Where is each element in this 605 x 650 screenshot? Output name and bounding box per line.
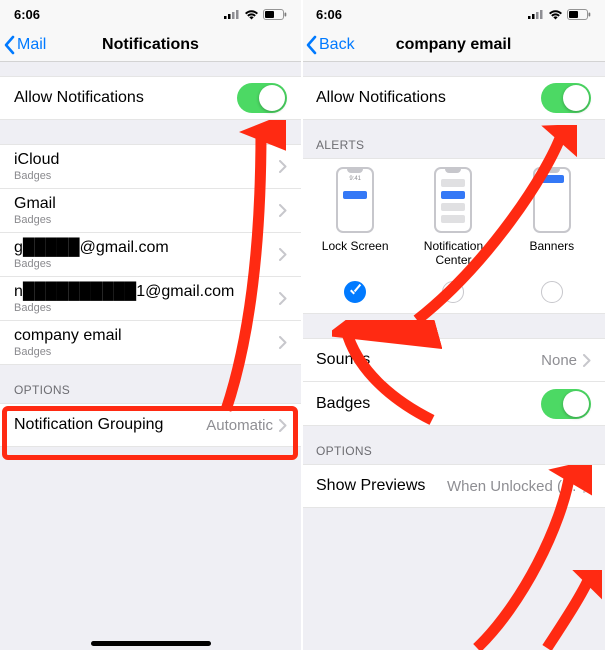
grouping-value: Automatic — [206, 417, 273, 434]
chevron-left-icon — [4, 35, 16, 55]
chevron-right-icon — [583, 480, 591, 493]
alerts-radio-row — [302, 277, 605, 314]
sounds-value: None — [541, 352, 577, 369]
status-bar: 6:06 — [302, 0, 605, 28]
account-name: iCloud — [14, 151, 279, 169]
back-button[interactable]: Mail — [4, 28, 46, 61]
status-time: 6:06 — [316, 7, 356, 22]
chevron-right-icon — [279, 204, 287, 217]
nav-bar: Back company email — [302, 28, 605, 62]
grouping-label: Notification Grouping — [14, 416, 206, 434]
allow-notifications-label: Allow Notifications — [14, 89, 237, 107]
battery-icon — [263, 9, 287, 20]
sounds-label: Sounds — [316, 351, 541, 369]
account-name: Gmail — [14, 195, 279, 213]
status-right — [224, 9, 287, 20]
status-right — [528, 9, 591, 20]
wifi-icon — [244, 9, 259, 20]
alerts-panel: 9:41 Lock Screen Notification Center Ban… — [302, 158, 605, 277]
back-label: Back — [319, 36, 355, 54]
phone-time: 9:41 — [338, 176, 372, 182]
allow-notifications-row: Allow Notifications — [302, 76, 605, 120]
radio-notification-center[interactable] — [442, 281, 464, 303]
chevron-right-icon — [583, 354, 591, 367]
back-button[interactable]: Back — [306, 28, 355, 61]
chevron-right-icon — [279, 292, 287, 305]
show-previews-row[interactable]: Show Previews When Unlocked (… — [302, 464, 605, 508]
alert-option-notification-center[interactable]: Notification Center — [408, 167, 498, 267]
account-row-gmail[interactable]: GmailBadges — [0, 189, 301, 233]
chevron-left-icon — [306, 35, 318, 55]
account-sub: Badges — [14, 214, 279, 226]
allow-notifications-toggle[interactable] — [541, 83, 591, 113]
nav-bar: Mail Notifications — [0, 28, 301, 62]
options-header: OPTIONS — [302, 426, 605, 464]
alerts-header: ALERTS — [302, 120, 605, 158]
badges-row: Badges — [302, 382, 605, 426]
chevron-right-icon — [279, 160, 287, 173]
chevron-right-icon — [279, 336, 287, 349]
signal-icon — [224, 9, 240, 19]
account-sub: Badges — [14, 302, 279, 314]
account-row-4[interactable]: n██████████1@gmail.comBadges — [0, 277, 301, 321]
account-name: company email — [14, 327, 279, 345]
alert-option-label: Notification Center — [408, 239, 498, 267]
alert-option-label: Lock Screen — [322, 239, 389, 267]
nav-title: Notifications — [102, 36, 199, 54]
chevron-right-icon — [279, 419, 287, 432]
alert-option-banners[interactable]: Banners — [507, 167, 597, 267]
account-name: n██████████1@gmail.com — [14, 283, 279, 301]
account-sub: Badges — [14, 170, 279, 182]
notification-grouping-row[interactable]: Notification Grouping Automatic — [0, 403, 301, 447]
account-name: g█████@gmail.com — [14, 239, 279, 257]
previews-value: When Unlocked (… — [447, 478, 577, 495]
screen-mail-notifications: 6:06 Mail Notifications Allow Notificati… — [0, 0, 302, 650]
status-time: 6:06 — [14, 7, 54, 22]
screen-divider — [301, 0, 303, 650]
alert-option-lock-screen[interactable]: 9:41 Lock Screen — [310, 167, 400, 267]
screen-company-email: 6:06 Back company email Allow Notificati… — [302, 0, 605, 650]
badges-label: Badges — [316, 395, 541, 413]
allow-notifications-label: Allow Notifications — [316, 89, 541, 107]
account-sub: Badges — [14, 346, 279, 358]
account-row-icloud[interactable]: iCloudBadges — [0, 144, 301, 189]
wifi-icon — [548, 9, 563, 20]
sounds-row[interactable]: Sounds None — [302, 338, 605, 382]
home-indicator[interactable] — [91, 641, 211, 646]
options-header: OPTIONS — [0, 365, 301, 403]
annotation-arrow — [542, 570, 602, 650]
allow-notifications-row: Allow Notifications — [0, 76, 301, 120]
nav-title: company email — [396, 36, 512, 54]
account-row-3[interactable]: g█████@gmail.comBadges — [0, 233, 301, 277]
radio-lock-screen[interactable] — [344, 281, 366, 303]
previews-label: Show Previews — [316, 477, 447, 495]
alert-option-label: Banners — [529, 239, 574, 267]
status-bar: 6:06 — [0, 0, 301, 28]
radio-banners[interactable] — [541, 281, 563, 303]
chevron-right-icon — [279, 248, 287, 261]
allow-notifications-toggle[interactable] — [237, 83, 287, 113]
signal-icon — [528, 9, 544, 19]
badges-toggle[interactable] — [541, 389, 591, 419]
account-row-company-email[interactable]: company emailBadges — [0, 321, 301, 365]
battery-icon — [567, 9, 591, 20]
back-label: Mail — [17, 36, 46, 54]
account-sub: Badges — [14, 258, 279, 270]
